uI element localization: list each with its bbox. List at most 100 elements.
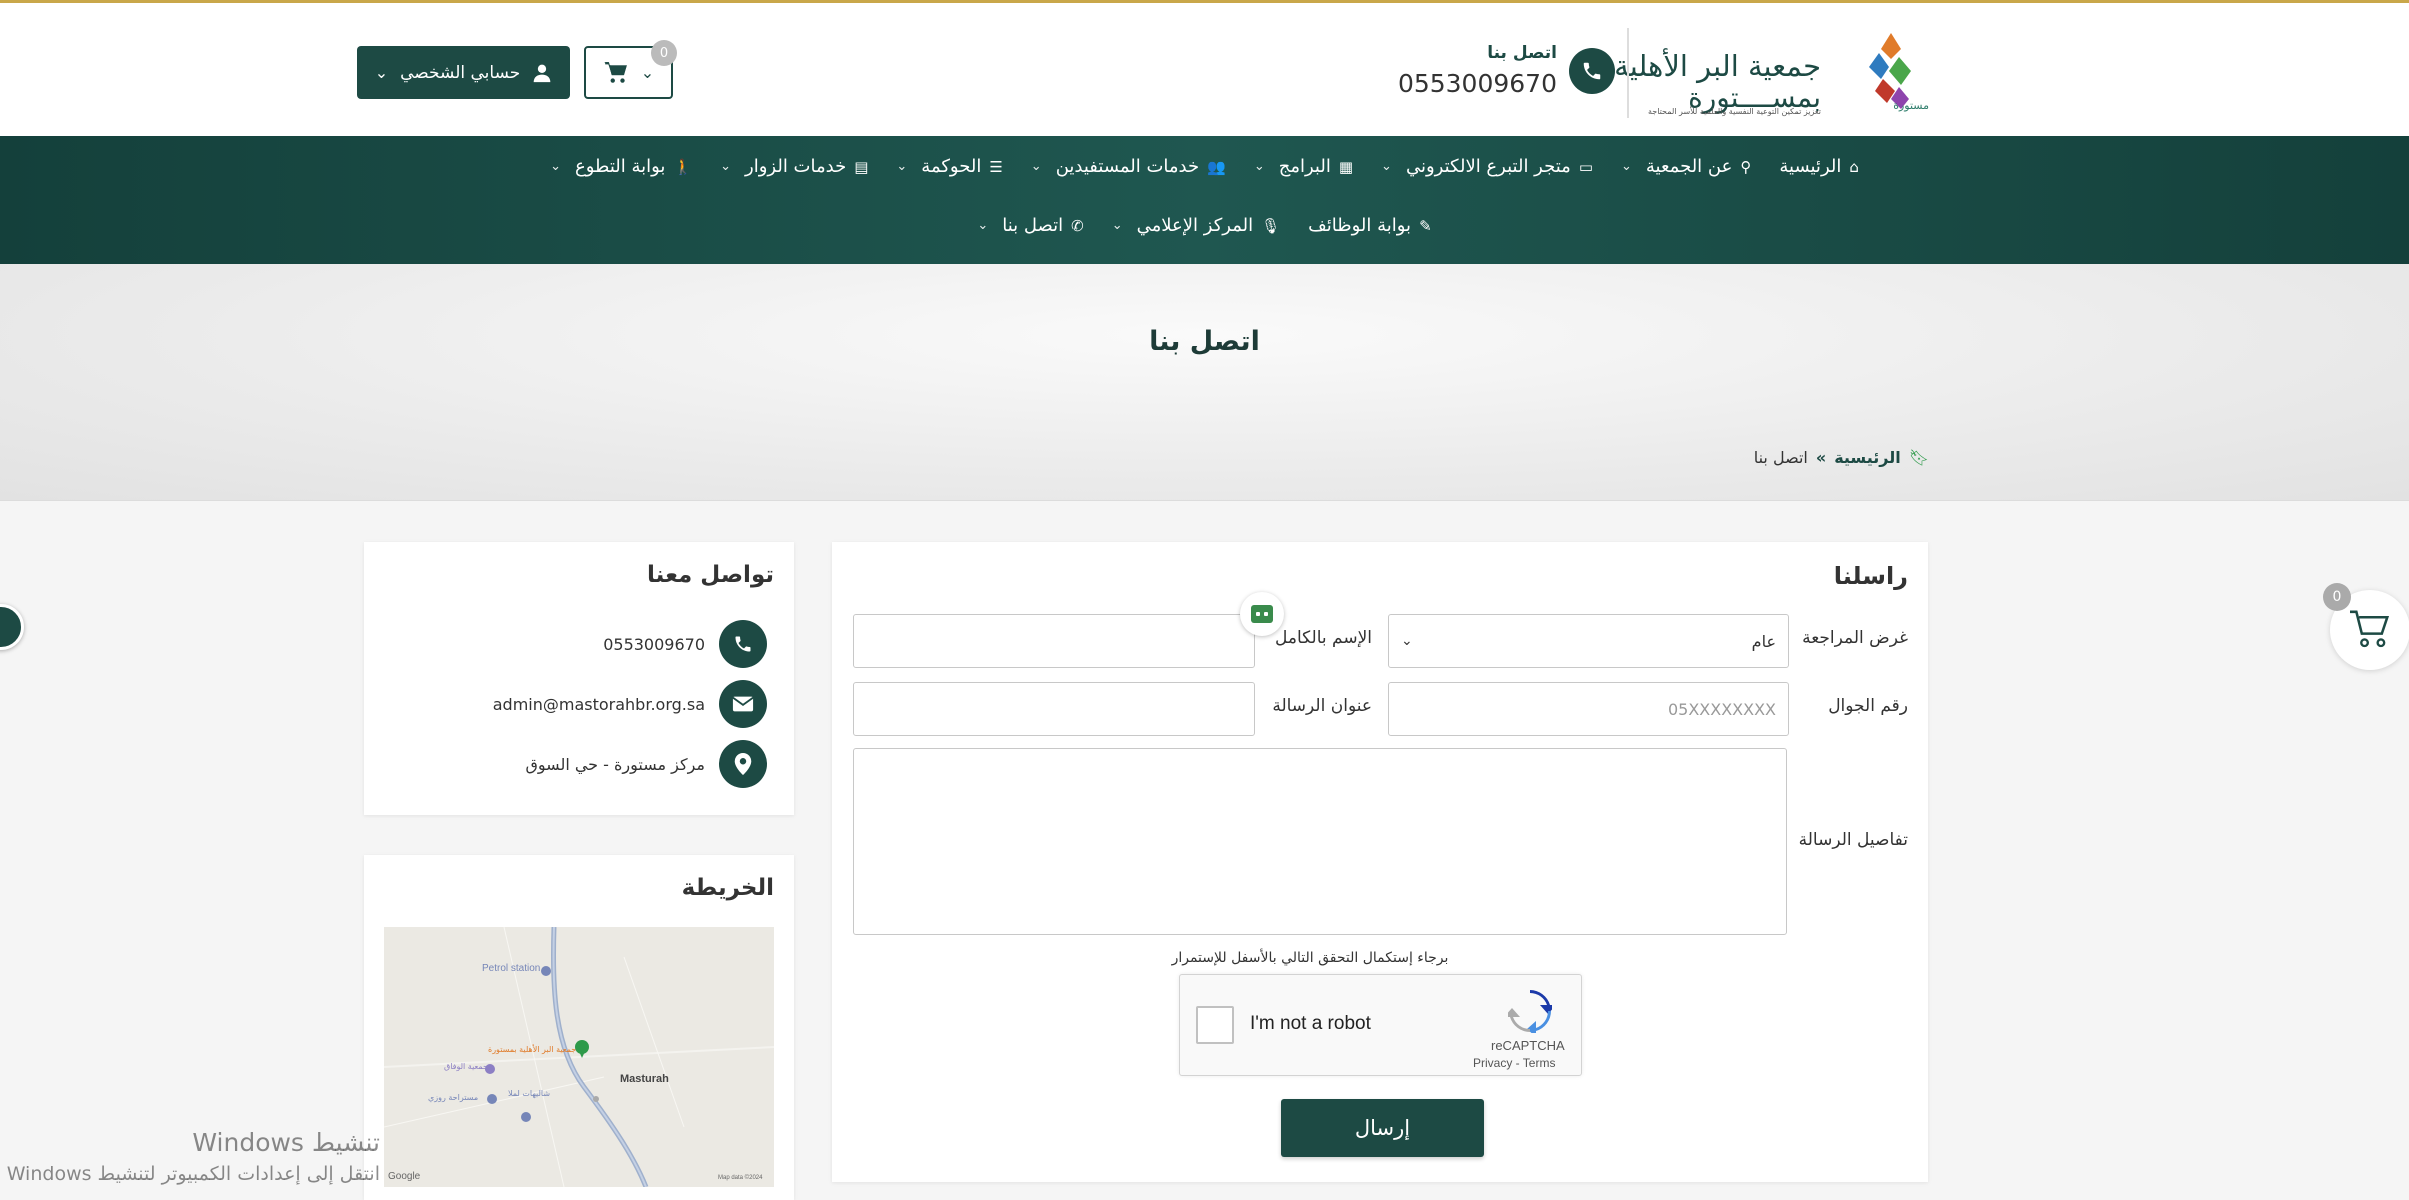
captcha-text: I'm not a robot [1250,1013,1371,1034]
windows-activation-watermark: تنشيط Windows انتقل إلى إعدادات الكمبيوت… [0,1128,380,1185]
chevron-down-icon: ⌄ [1253,159,1265,174]
form-title: راسلنا [1833,562,1908,590]
nav-item-home[interactable]: ⌂ الرئيسية [1779,156,1859,177]
person-icon: 🚶 [673,157,693,176]
nav-label: البرامج [1278,156,1331,177]
nav-label: بوابة التطوع [575,156,666,177]
map-label-place4: شاليهات لملا [508,1089,551,1098]
nav-label: اتصل بنا [1002,215,1064,236]
captcha-brand: reCAPTCHA [1491,1038,1565,1053]
nav-label: الرئيسية [1779,156,1842,177]
account-button[interactable]: حسابي الشخصي ⌄ [357,46,570,99]
search-icon: ⚲ [1740,157,1752,176]
details-textarea[interactable] [853,748,1787,935]
header-divider [1627,28,1629,118]
contact-address-row: مركز مستورة - حي السوق [525,740,767,788]
contact-phone: 0553009670 [603,634,705,654]
chevron-down-icon: ⌄ [896,159,908,174]
watermark-line2: انتقل إلى إعدادات الكمبيوتر لتنشيط Windo… [6,1163,380,1185]
embedded-map[interactable]: Petrol station Masturah جمعية البر الأهل… [384,927,774,1187]
nav-label: بوابة الوظائف [1308,215,1412,236]
map-title: الخريطة [681,875,774,901]
contact-address: مركز مستورة - حي السوق [525,754,705,774]
cart-count-badge: 0 [651,40,677,66]
breadcrumb-current: اتصل بنا [1753,448,1808,467]
chevron-down-icon: ⌄ [1111,218,1123,233]
contact-label: اتصل بنا [1487,43,1557,63]
chevron-down-icon: ⌄ [1030,159,1042,174]
recaptcha-widget: I'm not a robot reCAPTCHA Privacy - Term… [1179,974,1582,1076]
captcha-links[interactable]: Privacy - Terms [1473,1056,1555,1070]
nav-item-governance[interactable]: ☰ الحوكمة ⌄ [896,156,1002,177]
user-icon [533,64,551,82]
org-subtitle: تعزيز تمكين التوعية النفسية والعلمية للأ… [1647,107,1821,116]
contact-phone-row[interactable]: 0553009670 [603,620,767,668]
account-label: حسابي الشخصي [400,62,521,83]
nav-item-jobs-portal[interactable]: ✎ بوابة الوظائف [1308,215,1432,236]
header-phone-number[interactable]: 0553009670 [1398,69,1557,98]
chevron-down-icon: ⌄ [977,218,989,233]
chevron-down-icon: ⌄ [640,63,655,82]
nav-item-media-center[interactable]: 🎙 المركز الإعلامي ⌄ [1112,215,1280,236]
purpose-label: غرض المراجعة [1802,628,1908,648]
fullname-label: الإسم بالكامل [1274,628,1372,648]
main-nav: ⌂ الرئيسية ⚲ عن الجمعية ⌄ ▭ متجر التبرع الال… [0,136,2409,264]
mobile-input[interactable]: 05XXXXXXXX [1388,682,1789,736]
nav-label: خدمات المستفيدين [1055,156,1200,177]
chevron-down-icon: ⌄ [720,159,732,174]
purpose-selected-value: عام [1751,631,1776,651]
cart-icon [603,61,627,83]
chevron-down-icon: ⌄ [1621,159,1632,174]
envelope-icon [719,680,767,728]
map-label-place3: مستراحة روزي [428,1093,479,1102]
nav-item-contact-us[interactable]: ✆ اتصل بنا ⌄ [977,215,1083,236]
nav-label: خدمات الزوار [745,156,847,177]
google-logo: Google [388,1171,421,1182]
submit-button[interactable]: إرسال [1281,1099,1484,1157]
phone-icon [719,620,767,668]
robot-icon[interactable] [1240,592,1284,636]
breadcrumb-separator: » [1815,448,1827,467]
logo-caption: مستورة [1893,99,1929,112]
site-header: مستورة جمعية البر الأهلية بمســــتورة تع… [0,3,2409,136]
fullname-input[interactable] [853,614,1255,668]
subject-label: عنوان الرسالة [1272,696,1372,716]
microphone-icon: 🎙 [1261,216,1281,235]
nav-item-donation-store[interactable]: ▭ متجر التبرع الالكتروني ⌄ [1381,156,1593,177]
card-icon: ▭ [1578,157,1593,176]
subject-input[interactable] [853,682,1255,736]
nav-label: المركز الإعلامي [1136,215,1254,236]
contact-email-row[interactable]: admin@mastorahbr.org.sa [493,680,767,728]
chevron-down-icon: ⌄ [550,159,562,174]
nav-item-visitor-services[interactable]: ▤ خدمات الزوار ⌄ [720,156,868,177]
nav-label: عن الجمعية [1645,156,1733,177]
nav-item-about[interactable]: ⚲ عن الجمعية ⌄ [1621,156,1751,177]
map-data-credit: Map data ©2024 [718,1175,763,1181]
edit-icon: ✎ [1419,216,1432,235]
breadcrumb-home-link[interactable]: الرئيسية [1834,448,1901,467]
chevron-down-icon: ⌄ [1401,633,1413,649]
recaptcha-icon [1508,990,1552,1033]
floating-cart-count-badge: 0 [2323,583,2351,611]
breadcrumb: 🔖︎ الرئيسية » اتصل بنا [1754,448,1929,467]
nav-item-volunteer-portal[interactable]: 🚶 بوابة التطوع ⌄ [550,156,692,177]
header-phone-icon [1569,48,1615,94]
map-label-petrol: Petrol station [482,963,541,974]
map-card: الخريطة Petrol station Masturah جمعية ال… [364,855,794,1200]
map-pin-icon [719,740,767,788]
nav-item-programs[interactable]: ▦ البرامج ⌄ [1254,156,1353,177]
purpose-select[interactable]: عام ⌄ [1388,614,1789,668]
page-banner: اتصل بنا 🔖︎ الرئيسية » اتصل بنا [0,264,2409,500]
bookmark-icon: 🔖︎ [1908,448,1929,467]
captcha-checkbox[interactable] [1196,1006,1234,1044]
contact-form-card: راسلنا غرض المراجعة عام ⌄ الإسم بالكامل … [832,542,1928,1182]
side-floating-button[interactable] [0,604,24,650]
cart-icon [2350,610,2390,648]
nav-item-beneficiary-services[interactable]: 👥 خدمات المستفيدين ⌄ [1031,156,1226,177]
server-icon: ▤ [854,157,869,176]
chevron-down-icon: ⌄ [374,63,389,82]
mobile-label: رقم الجوال [1828,696,1908,716]
contact-info-title: تواصل معنا [647,562,774,588]
map-graphic [384,927,774,1187]
org-name-line1: جمعية البر الأهلية [1614,49,1821,83]
